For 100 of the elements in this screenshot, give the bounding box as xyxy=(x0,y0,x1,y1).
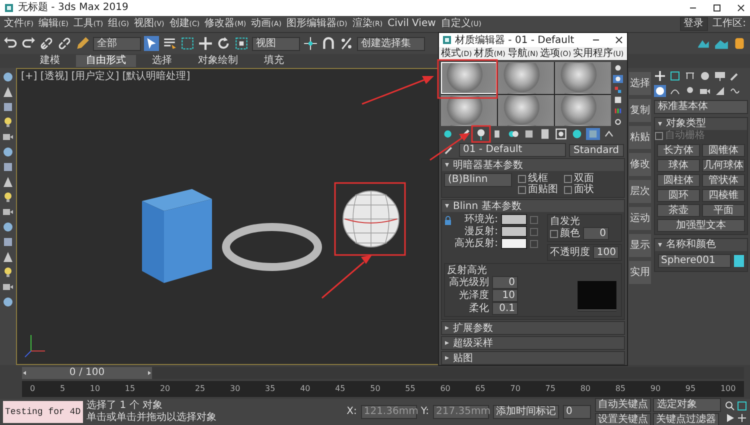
key-filters-button[interactable]: 关键点过滤器 xyxy=(653,412,719,425)
object-type-button[interactable]: 长方体 xyxy=(657,144,700,158)
modify-icon[interactable] xyxy=(669,70,681,82)
move-icon[interactable] xyxy=(198,36,213,52)
material-sample-slot[interactable] xyxy=(441,94,497,126)
cone-icon[interactable] xyxy=(2,86,14,98)
sphere-icon[interactable] xyxy=(2,221,14,234)
color-bars-icon[interactable] xyxy=(613,107,623,116)
shader-option-checkbox[interactable]: 线框 xyxy=(518,173,558,184)
ribbon-tab[interactable]: 填充 xyxy=(254,55,294,68)
material-sample-slot[interactable] xyxy=(498,94,554,126)
geometry-icon[interactable] xyxy=(654,85,666,98)
object-name-field[interactable]: Sphere001 xyxy=(658,254,731,268)
opacity-spinner[interactable]: 100 xyxy=(593,246,619,259)
next-frame-icon[interactable] xyxy=(146,370,152,376)
specular-spinner[interactable]: 10 xyxy=(492,289,518,302)
shader-dropdown[interactable]: (B)Blinn xyxy=(444,173,512,187)
bulb-icon[interactable] xyxy=(2,116,14,128)
material-sample-slot[interactable] xyxy=(441,62,497,94)
unlink-icon[interactable] xyxy=(57,36,72,52)
sphere-icon[interactable] xyxy=(2,71,14,84)
ribbon-tab[interactable]: 建模 xyxy=(30,55,70,68)
bulb-icon[interactable] xyxy=(2,191,14,204)
panel-side-tab[interactable]: 粘贴 xyxy=(629,126,651,150)
maximize-icon[interactable] xyxy=(712,2,722,13)
shader-option-checkbox[interactable]: 面贴图 xyxy=(518,184,558,195)
display-icon[interactable] xyxy=(714,70,726,82)
pan-icon[interactable] xyxy=(737,413,747,423)
rollout-toggle-icon[interactable] xyxy=(657,121,663,128)
maxscript-listener-field[interactable]: Testing for 4D xyxy=(3,401,83,423)
material-sample-slot[interactable] xyxy=(555,94,611,126)
shader-option-checkbox[interactable]: 面状 xyxy=(564,184,594,195)
panel-side-tab[interactable]: 选择 xyxy=(629,72,651,96)
rollout-toggle-icon[interactable] xyxy=(444,325,450,331)
ribbon-tab[interactable]: 选择 xyxy=(142,55,182,68)
object-color-swatch[interactable] xyxy=(734,255,744,268)
cone-icon[interactable] xyxy=(2,176,14,188)
ribbon-tab[interactable]: 自由形式 xyxy=(76,55,136,68)
object-type-button[interactable]: 加强型文本 xyxy=(657,219,745,232)
specular-spinner[interactable]: 0.1 xyxy=(492,302,518,315)
percent-icon[interactable] xyxy=(339,36,354,52)
link-icon[interactable] xyxy=(39,36,54,52)
material-name-dropdown[interactable]: 01 - Default xyxy=(459,143,566,157)
set-key-button[interactable]: 设置关键点 xyxy=(595,412,651,425)
panel-side-tab[interactable]: 修改 xyxy=(629,153,651,176)
object-type-button[interactable]: 几何球体 xyxy=(702,159,745,172)
panel-side-tab[interactable]: 复制 xyxy=(629,99,651,122)
object-type-button[interactable]: 圆环 xyxy=(657,189,700,202)
object-type-button[interactable]: 管状体 xyxy=(702,174,745,188)
select-by-name-icon[interactable] xyxy=(162,36,177,52)
object-type-button[interactable]: 球体 xyxy=(657,159,700,172)
scale-icon[interactable] xyxy=(234,36,249,52)
timeline-track[interactable]: 0 5 10 15 20 25 30 35 40 45 50 55 60 65 70 75 80 85 90 95 100 xyxy=(22,381,744,398)
zoom-extents-icon[interactable] xyxy=(737,401,747,411)
add-time-tag-button[interactable]: 添加时间标记 xyxy=(493,405,559,419)
sphere-icon[interactable] xyxy=(2,296,14,308)
pivot-icon[interactable] xyxy=(303,36,318,52)
login-dropdown[interactable]: 登录 xyxy=(680,16,708,31)
selection-set-field[interactable]: 创建选择集 xyxy=(357,36,425,51)
color-swatch[interactable] xyxy=(501,214,527,225)
select-icon[interactable] xyxy=(144,36,159,52)
self-illum-spinner[interactable]: 0 xyxy=(583,227,609,240)
material-sample-slot[interactable] xyxy=(498,62,554,94)
close-icon[interactable] xyxy=(736,2,746,13)
current-time-field[interactable]: 0 xyxy=(563,405,591,419)
cube-icon[interactable] xyxy=(2,101,14,114)
close-icon[interactable] xyxy=(614,35,624,45)
auto-key-button[interactable]: 自动关键点 xyxy=(595,398,651,412)
color-swatch[interactable] xyxy=(501,238,527,249)
object-type-button[interactable]: 平面 xyxy=(702,204,745,218)
category-dropdown[interactable]: 标准基本体 xyxy=(654,100,748,114)
time-slider-track[interactable]: 0 / 100 xyxy=(22,367,744,380)
ribbon-tab[interactable]: 对象绘制 xyxy=(188,55,248,68)
panel-side-tab[interactable]: 显示 xyxy=(629,234,651,258)
time-slider-thumb[interactable]: 0 / 100 xyxy=(22,367,152,380)
plus-icon[interactable] xyxy=(654,70,666,82)
object-type-button[interactable]: 四棱锥 xyxy=(702,189,745,202)
cube-icon[interactable] xyxy=(2,236,14,248)
shader-option-checkbox[interactable]: 双面 xyxy=(564,173,594,184)
color-swatch[interactable] xyxy=(501,226,527,237)
panel-side-tab[interactable]: 运动 xyxy=(629,207,651,230)
play-icon[interactable] xyxy=(725,413,735,423)
reference-coordinate-dropdown[interactable]: 视图 xyxy=(252,36,300,51)
cone-icon[interactable] xyxy=(2,251,14,264)
lock-icon[interactable] xyxy=(444,216,452,226)
object-type-button[interactable]: 茶壶 xyxy=(657,204,700,218)
object-type-button[interactable]: 圆锥体 xyxy=(702,144,745,158)
rectangle-select-icon[interactable] xyxy=(180,36,195,52)
panel-side-tab[interactable]: 层次 xyxy=(629,180,651,204)
specular-spinner[interactable]: 0 xyxy=(492,276,518,289)
bulb-icon[interactable] xyxy=(2,266,14,278)
self-illum-color-checkbox[interactable]: 颜色 xyxy=(550,228,580,239)
rollout-toggle-icon[interactable] xyxy=(657,242,663,248)
selection-filter-dropdown[interactable]: 全部 xyxy=(93,36,141,51)
object-type-button[interactable]: 圆柱体 xyxy=(657,174,700,188)
key-mode-dropdown[interactable]: 选定对象 xyxy=(653,398,721,412)
material-type-button[interactable]: Standard xyxy=(568,144,624,156)
rollout-toggle-icon[interactable] xyxy=(444,355,450,361)
previous-frame-icon[interactable] xyxy=(22,370,28,376)
sphere-icon[interactable] xyxy=(2,146,14,158)
